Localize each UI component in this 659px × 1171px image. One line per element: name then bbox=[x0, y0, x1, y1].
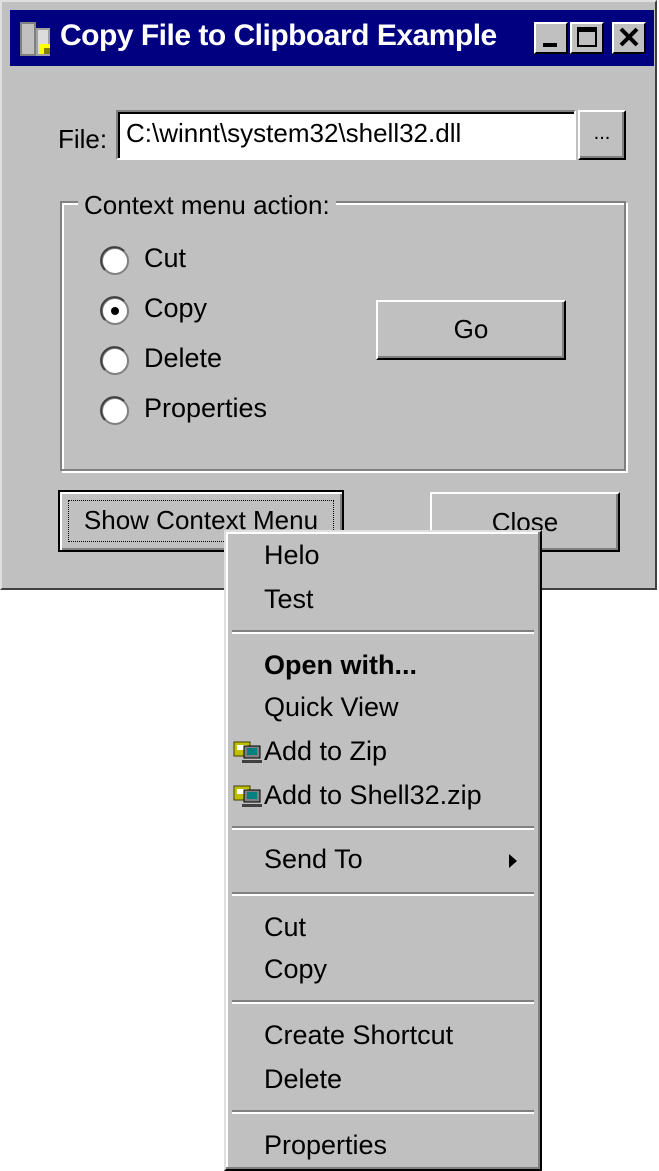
menu-item-add-to-zip[interactable]: Add to Zip bbox=[264, 736, 387, 767]
radio-cut[interactable] bbox=[100, 246, 130, 276]
menu-item-copy[interactable]: Copy bbox=[264, 954, 327, 985]
close-window-button[interactable] bbox=[612, 22, 646, 54]
window-title: Copy File to Clipboard Example bbox=[60, 19, 497, 52]
radio-label-delete[interactable]: Delete bbox=[144, 343, 222, 374]
submenu-arrow-icon bbox=[509, 854, 517, 868]
winzip-icon bbox=[233, 741, 262, 763]
file-label: File: bbox=[58, 124, 108, 154]
menu-separator bbox=[232, 826, 534, 830]
browse-button[interactable]: ... bbox=[578, 110, 626, 160]
menu-item-quick-view[interactable]: Quick View bbox=[264, 692, 399, 723]
menu-separator bbox=[232, 1110, 534, 1114]
menu-item-open-with[interactable]: Open with... bbox=[264, 650, 417, 681]
radio-label-copy[interactable]: Copy bbox=[144, 293, 207, 324]
file-path-input[interactable]: C:\winnt\system32\shell32.dll bbox=[116, 110, 576, 160]
radio-delete[interactable] bbox=[100, 346, 130, 376]
app-icon bbox=[20, 22, 50, 56]
menu-item-helo[interactable]: Helo bbox=[264, 540, 320, 571]
context-menu: Helo Test Open with... Quick View Add to… bbox=[224, 530, 542, 1171]
menu-separator bbox=[232, 892, 534, 896]
menu-item-test[interactable]: Test bbox=[264, 584, 314, 615]
winzip-icon bbox=[233, 785, 262, 807]
radio-selected-dot bbox=[111, 307, 119, 315]
menu-item-send-to[interactable]: Send To bbox=[264, 844, 363, 875]
menu-separator bbox=[232, 1000, 534, 1004]
radio-copy[interactable] bbox=[100, 296, 130, 326]
close-icon bbox=[619, 27, 639, 47]
radio-properties[interactable] bbox=[100, 396, 130, 426]
maximize-button[interactable] bbox=[570, 22, 604, 54]
minimize-icon bbox=[543, 43, 557, 47]
menu-separator bbox=[232, 630, 534, 634]
groupbox-legend: Context menu action: bbox=[78, 190, 336, 221]
maximize-icon bbox=[577, 27, 597, 47]
go-button[interactable]: Go bbox=[376, 300, 566, 360]
menu-item-cut[interactable]: Cut bbox=[264, 912, 306, 943]
minimize-button[interactable] bbox=[534, 22, 568, 54]
menu-item-create-shortcut[interactable]: Create Shortcut bbox=[264, 1020, 453, 1051]
menu-item-add-to-shell32-zip[interactable]: Add to Shell32.zip bbox=[264, 780, 482, 811]
radio-label-properties[interactable]: Properties bbox=[144, 393, 267, 424]
title-bar[interactable]: Copy File to Clipboard Example bbox=[10, 10, 654, 66]
menu-item-delete[interactable]: Delete bbox=[264, 1064, 342, 1095]
radio-label-cut[interactable]: Cut bbox=[144, 243, 186, 274]
menu-item-properties[interactable]: Properties bbox=[264, 1130, 387, 1161]
